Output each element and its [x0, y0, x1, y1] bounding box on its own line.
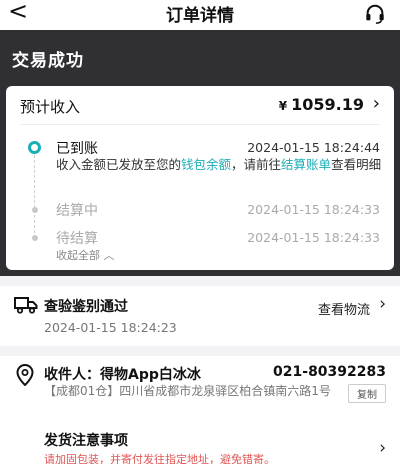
receiver-address: 【成都01仓】四川省成都市龙泉驿区柏合镇南六路1号: [44, 384, 331, 398]
truck-icon: [14, 297, 38, 314]
receiver-name: 收件人：得物App白冰冰: [44, 367, 201, 383]
page-title: 订单详情: [166, 6, 234, 26]
logistics-time: 2024-01-15 18:24:23: [44, 320, 177, 335]
expected-income-label: 预计收入: [20, 98, 81, 116]
logistics-status: 查验鉴别通过: [44, 299, 128, 315]
shipping-notice-text: 请加固包装，并寄付发往指定地址，避免错寄。: [44, 453, 275, 464]
divider: [20, 124, 380, 125]
step-dot-icon: [32, 207, 38, 213]
wallet-balance-link[interactable]: 钱包余额: [181, 157, 231, 172]
chevron-right-icon[interactable]: ›: [379, 294, 386, 314]
section-separator: [0, 346, 400, 356]
section-separator: [0, 276, 400, 286]
currency-symbol: ¥: [278, 99, 288, 113]
shipping-notice-title[interactable]: 发货注意事项: [44, 430, 128, 450]
top-bar: < 订单详情: [0, 0, 400, 30]
headset-icon[interactable]: [364, 3, 386, 25]
step-title-arrived: 已到账: [56, 141, 98, 157]
chevron-right-icon[interactable]: ›: [373, 93, 380, 114]
step-title-settling: 结算中: [56, 203, 98, 219]
chevron-right-icon[interactable]: ›: [379, 438, 386, 458]
amount-value: 1059.19: [291, 95, 364, 114]
settlement-bill-link[interactable]: 结算账单: [281, 157, 331, 172]
expected-income-amount[interactable]: ¥1059.19: [279, 95, 364, 114]
copy-button[interactable]: 复制: [348, 384, 386, 403]
step-active-icon: [28, 141, 41, 154]
step-time-pending: 2024-01-15 18:24:33: [247, 230, 380, 245]
collapse-all-button[interactable]: 收起全部 ︿: [56, 247, 115, 263]
order-status: 交易成功: [12, 51, 84, 71]
view-logistics-button[interactable]: 查看物流: [318, 299, 370, 318]
receiver-phone: 021-80392283: [273, 364, 386, 380]
step-dot-icon: [32, 235, 38, 241]
step-time-arrived: 2024-01-15 18:24:44: [247, 140, 380, 155]
step-time-settling: 2024-01-15 18:24:33: [247, 202, 380, 217]
income-card: 预计收入 ¥1059.19 › 已到账 2024-01-15 18:24:44 …: [6, 86, 394, 270]
timeline-line: [34, 150, 35, 238]
location-pin-icon: [16, 364, 34, 386]
step-description: 收入金额已发放至您的钱包余额，请前往结算账单查看明细: [56, 157, 382, 172]
step-title-pending: 待结算: [56, 231, 98, 247]
